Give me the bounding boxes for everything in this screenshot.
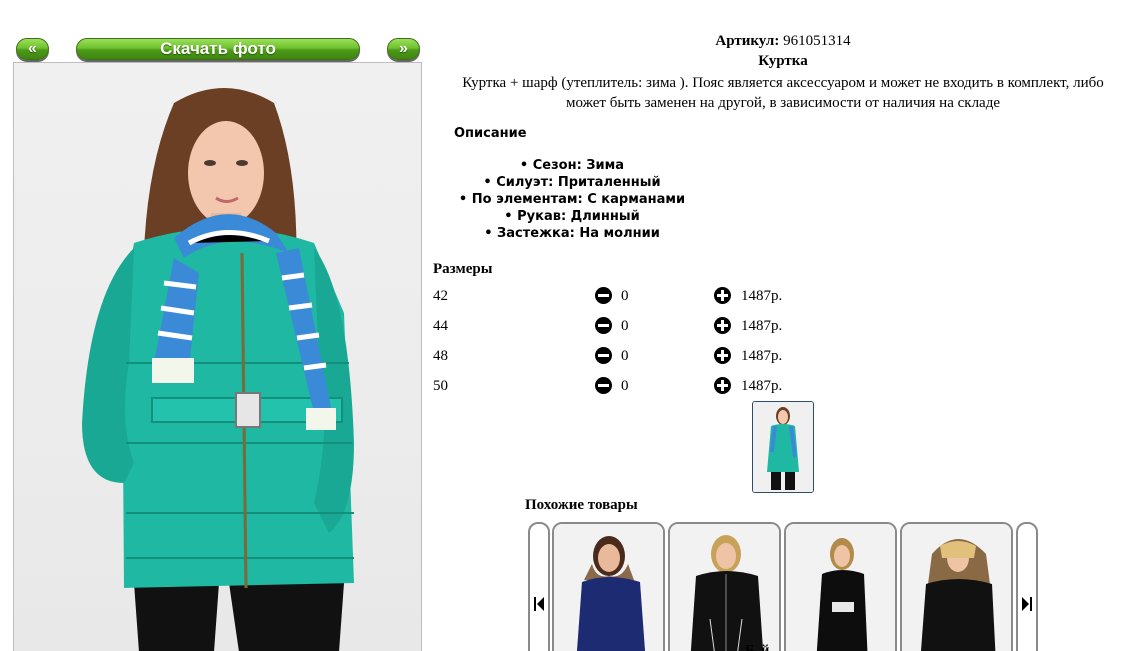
size-row: 44 0 1487р. [433, 316, 813, 336]
plus-icon[interactable] [714, 287, 731, 304]
prev-photo-button[interactable]: « [16, 38, 49, 60]
similar-product-image [902, 524, 1011, 651]
similar-products-heading: Похожие товары [525, 497, 638, 513]
price-value: 1487р. [741, 288, 783, 304]
article-value: 961051314 [783, 33, 851, 49]
description-heading: Описание [454, 126, 527, 141]
main-product-photo [13, 62, 422, 651]
similar-product-card[interactable] [552, 522, 665, 651]
skip-back-icon [534, 597, 544, 611]
similar-product-card[interactable] [900, 522, 1013, 651]
sizes-heading: Размеры [433, 261, 493, 277]
size-value: 48 [433, 348, 448, 364]
similar-product-image [786, 524, 895, 651]
skip-forward-icon [1022, 597, 1032, 611]
size-row: 48 0 1487р. [433, 346, 813, 366]
property-sleeve: • Рукав: Длинный [504, 209, 640, 224]
price-value: 1487р. [741, 318, 783, 334]
similar-product-card[interactable] [784, 522, 897, 651]
size-row: 50 0 1487р. [433, 376, 813, 396]
minus-icon[interactable] [595, 317, 612, 334]
price-value: 1487р. [741, 348, 783, 364]
property-season: • Сезон: Зима [519, 158, 625, 173]
minus-icon[interactable] [595, 377, 612, 394]
carousel-next-button[interactable] [1016, 522, 1038, 651]
minus-icon[interactable] [595, 347, 612, 364]
property-fastener: • Застежка: На молнии [484, 226, 660, 241]
article-label: Артикул: [715, 33, 780, 49]
plus-icon[interactable] [714, 317, 731, 334]
model-in-jacket-illustration [82, 88, 354, 651]
size-row: 42 0 1487р. [433, 286, 813, 306]
product-description: Куртка + шарф (утеплитель: зима ). Пояс … [462, 75, 1104, 111]
minus-icon[interactable] [595, 287, 612, 304]
similar-product-image [670, 524, 779, 651]
cut-off-heading: Б..й [745, 643, 770, 651]
photo-thumbnail[interactable] [752, 401, 814, 493]
plus-icon[interactable] [714, 347, 731, 364]
next-photo-button[interactable]: » [387, 38, 420, 60]
download-photo-button[interactable]: Скачать фото [76, 38, 360, 60]
size-value: 42 [433, 288, 448, 304]
size-value: 50 [433, 378, 448, 394]
quantity-value: 0 [621, 318, 629, 334]
properties-list: • Сезон: Зима • Силуэт: Приталенный • По… [441, 157, 703, 242]
article-line: Артикул: 961051314 [640, 33, 926, 50]
carousel-prev-button[interactable] [528, 522, 550, 651]
quantity-value: 0 [621, 378, 629, 394]
thumbnail-image [753, 402, 813, 492]
size-value: 44 [433, 318, 448, 334]
price-value: 1487р. [741, 378, 783, 394]
similar-product-card[interactable] [668, 522, 781, 651]
quantity-value: 0 [621, 348, 629, 364]
property-silhouette: • Силуэт: Приталенный [483, 175, 661, 190]
product-title: Куртка [758, 53, 808, 69]
plus-icon[interactable] [714, 377, 731, 394]
quantity-value: 0 [621, 288, 629, 304]
property-elements: • По элементам: С карманами [458, 192, 686, 207]
similar-product-image [554, 524, 663, 651]
